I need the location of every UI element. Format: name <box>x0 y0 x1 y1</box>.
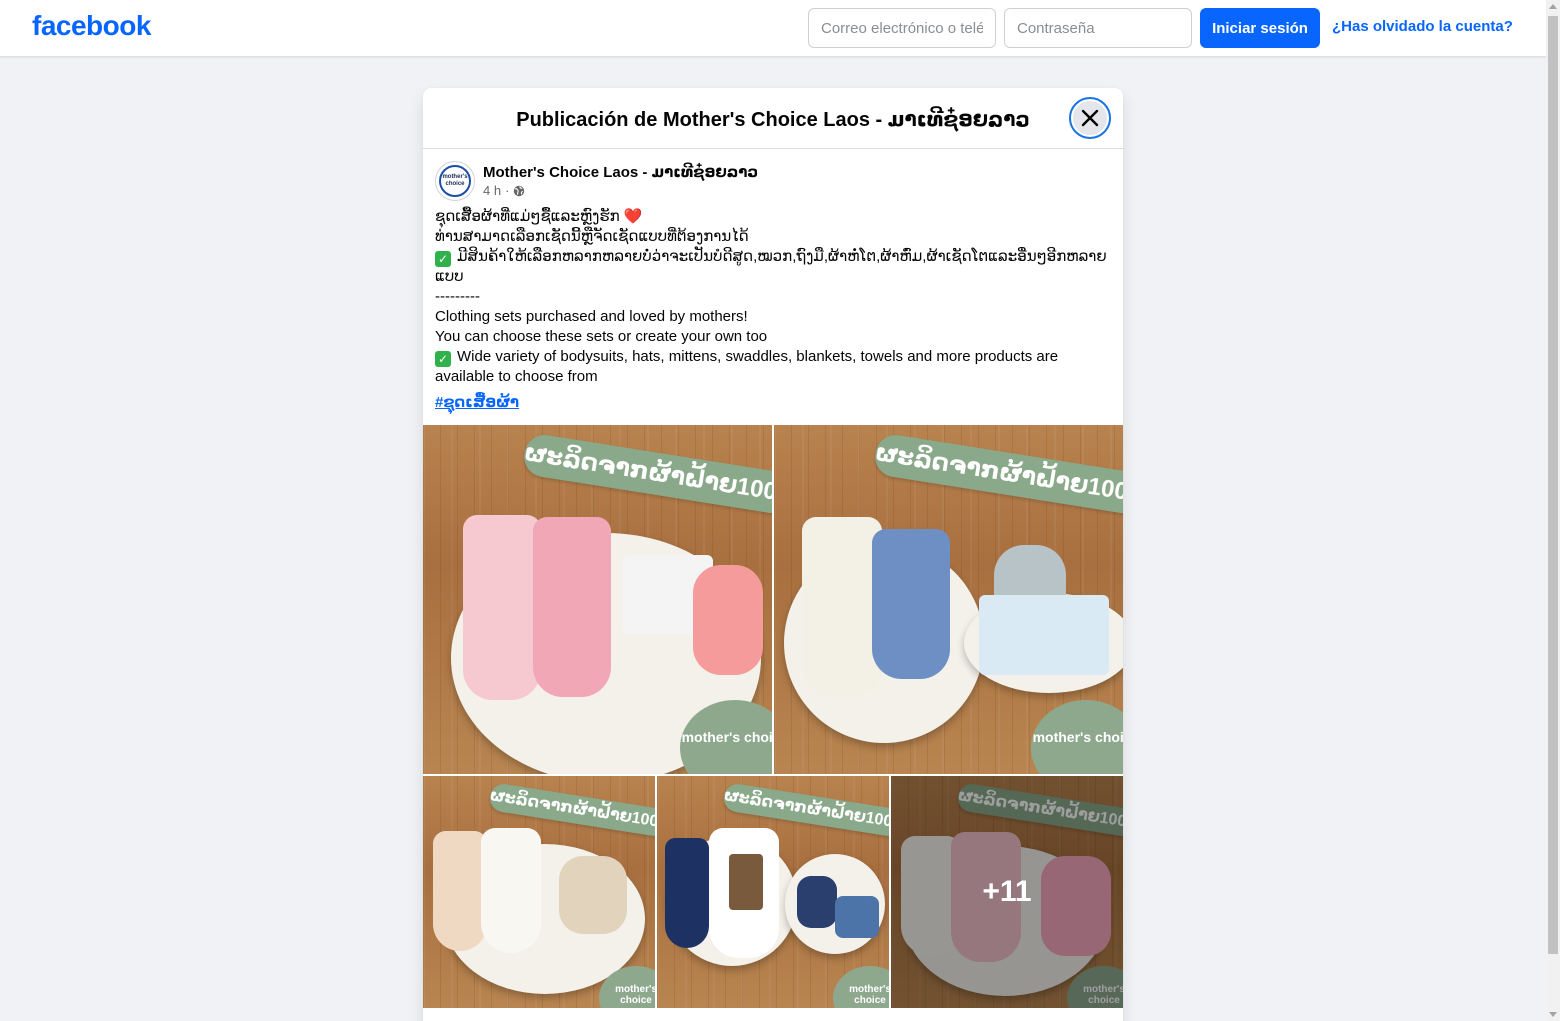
photo-1[interactable]: ຜະລິດຈາກຜ້າຝ້າຍ100% mother's choice <box>423 425 772 774</box>
accessories-image <box>979 595 1109 675</box>
close-icon <box>1081 109 1099 127</box>
heart-icon: ❤️ <box>623 208 643 225</box>
forgot-account-link[interactable]: ¿Has olvidado la cuenta? <box>1332 18 1513 35</box>
hat-image <box>835 896 879 938</box>
email-field[interactable] <box>808 8 996 48</box>
text-line: ✓ ມີສິນຄ້າໃຫ້ເລືອກຫລາກຫລາຍບໍ່ວ່າຈະເປັນບໍດ… <box>435 248 1107 285</box>
photo-3[interactable]: ຜະລິດຈາກຜ້າຝ້າຍ100% mother's choice <box>423 776 655 1008</box>
photo-2[interactable]: ຜະລິດຈາກຜ້າຝ້າຍ100% mother's choice <box>774 425 1123 774</box>
bib-image <box>797 876 837 928</box>
bodysuit-image <box>533 517 611 697</box>
photo-4[interactable]: ຜະລິດຈາກຜ້າຝ້າຍ100% mother's choice <box>657 776 889 1008</box>
post-dialog: Publicación de Mother's Choice Laos - ມາ… <box>423 88 1123 1021</box>
avatar-text: mother's choice <box>442 174 468 187</box>
check-icon: ✓ <box>435 251 451 267</box>
brand-logo: mother's choice <box>833 966 889 1008</box>
text-line: Clothing sets purchased and loved by mot… <box>435 308 748 325</box>
dialog-title: Publicación de Mother's Choice Laos - ມາ… <box>516 109 1030 131</box>
bodysuit-image <box>481 828 541 953</box>
avatar[interactable]: mother's choice <box>435 161 475 201</box>
login-button[interactable]: Iniciar sesión <box>1200 8 1320 48</box>
check-icon: ✓ <box>435 351 451 367</box>
bodysuit-image <box>433 831 487 951</box>
top-bar: facebook Iniciar sesión ¿Has olvidado la… <box>0 0 1546 57</box>
dialog-header: Publicación de Mother's Choice Laos - ມາ… <box>423 88 1123 149</box>
globe-icon <box>514 185 525 196</box>
meta-separator: · <box>505 183 510 198</box>
post-meta: 4 h · <box>483 183 525 198</box>
post-header: mother's choice Mother's Choice Laos - ມ… <box>423 149 1123 201</box>
avatar-logo: mother's choice <box>439 165 471 197</box>
brand-logo: mother's choice <box>1031 700 1123 774</box>
bodysuit-image <box>665 838 709 948</box>
text-line: You can choose these sets or create your… <box>435 328 768 345</box>
vest-image <box>729 854 763 910</box>
bodysuit-image <box>802 517 882 697</box>
post-text: ຊຸດເສື້ອຜ້າທີ່ແມ່ໆຊື້ແລະຫຼົງຮັກ ❤️ ທ່ານສ… <box>423 201 1123 413</box>
text-line: --------- <box>435 288 480 305</box>
banner-text: ຜະລິດຈາກຜ້າຝ້າຍ100% <box>872 432 1123 516</box>
scroll-down-arrow[interactable] <box>1549 1012 1557 1017</box>
close-button[interactable] <box>1069 97 1111 139</box>
photo-5[interactable]: ຜະລິດຈາກຜ້າຝ້າຍ100% mother's choice +11 <box>891 776 1123 1008</box>
banner-text: ຜະລິດຈາກຜ້າຝ້າຍ100% <box>521 432 772 516</box>
text-line: ✓ Wide variety of bodysuits, hats, mitten… <box>435 348 1059 385</box>
hooded-towel-image <box>559 856 627 934</box>
text-line: ຊຸດເສື້ອຜ້າທີ່ແມ່ໆຊື້ແລະຫຼົງຮັກ ❤️ <box>435 208 643 225</box>
scroll-thumb[interactable] <box>1548 16 1558 954</box>
more-photos-overlay[interactable]: +11 <box>891 776 1123 1008</box>
text-line: ທ່ານສາມາດເລືອກເຊັດນີ້ຫຼືຈັດເຊັດແບບທີ່ຕ້ອ… <box>435 228 749 245</box>
bodysuit-image <box>463 515 541 700</box>
page-scrollbar[interactable] <box>1546 0 1560 1021</box>
scroll-up-arrow[interactable] <box>1549 4 1557 9</box>
post-time[interactable]: 4 h <box>483 183 501 198</box>
page-name[interactable]: Mother's Choice Laos - ມາເທີຊ໋ອຍລາວ <box>483 163 758 181</box>
bodysuit-image <box>872 529 950 679</box>
more-photos-count: +11 <box>982 875 1032 908</box>
bib-image <box>693 565 763 675</box>
password-field[interactable] <box>1004 8 1192 48</box>
hashtag-link[interactable]: #ຊຸດເສື້ອຜ້າ <box>435 393 1111 413</box>
facebook-logo[interactable]: facebook <box>32 10 151 42</box>
